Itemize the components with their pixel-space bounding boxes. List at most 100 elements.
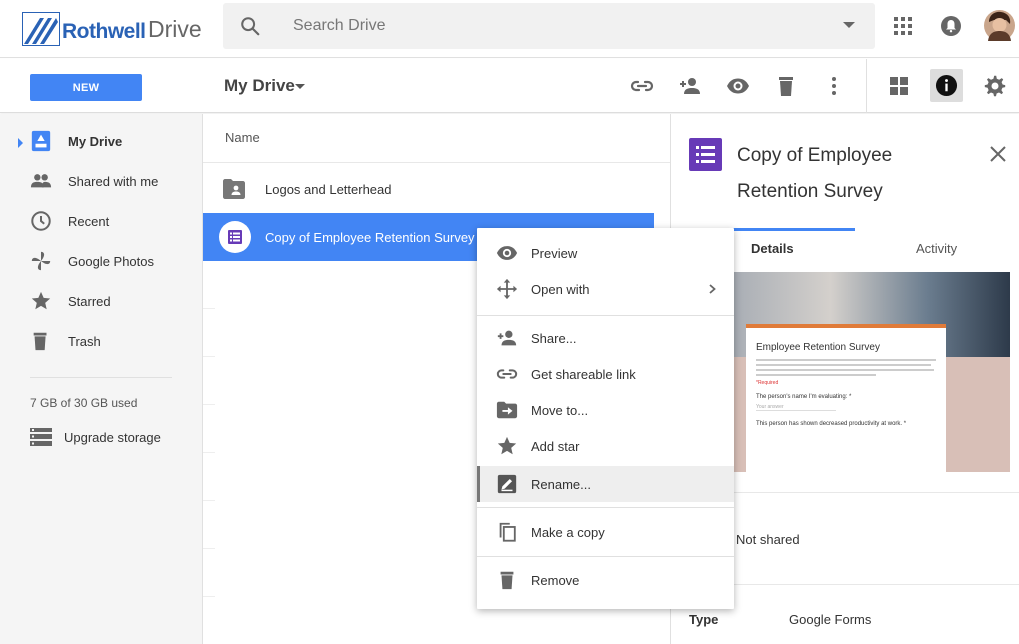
location-dropdown[interactable]: My Drive [224,76,295,96]
drive-icon [31,130,51,152]
menu-item-label: Get shareable link [531,367,636,382]
view-details-button[interactable] [930,69,963,102]
more-vertical-icon[interactable] [822,74,846,98]
menu-item-add-star[interactable]: Add star [477,428,734,464]
context-menu: Preview Open with Share... Get shareable… [477,228,734,609]
storage-icon [30,428,52,446]
settings-gear-icon[interactable] [983,74,1007,98]
forms-icon [219,221,251,253]
menu-item-preview[interactable]: Preview [477,235,734,271]
sidebar-item-label: Google Photos [68,254,155,269]
brand-name: Rothwell [62,20,146,43]
row-divider [203,404,215,405]
star-icon [31,291,51,310]
type-label: Type [689,612,719,627]
column-header-name[interactable]: Name [225,130,260,145]
grid-view-icon[interactable] [887,74,911,98]
menu-separator [477,507,734,508]
search-options-dropdown-icon[interactable] [843,22,855,28]
toolbar-divider [866,59,867,113]
forms-icon [689,138,722,171]
trash-icon[interactable] [774,74,798,98]
search-bar[interactable] [223,3,875,49]
menu-item-move-to[interactable]: Move to... [477,392,734,428]
sidebar-item-trash[interactable]: Trash [0,322,203,362]
search-input[interactable] [293,11,813,41]
row-divider [203,596,215,597]
type-value: Google Forms [789,612,872,627]
sidebar: My Drive Shared with me Recent Google Ph… [0,114,203,644]
menu-item-open-with[interactable]: Open with [477,271,734,307]
menu-item-rename[interactable]: Rename... [477,466,734,502]
sidebar-item-my-drive[interactable]: My Drive [0,122,203,162]
upgrade-storage-label: Upgrade storage [64,430,161,445]
chevron-right-icon [709,284,716,294]
preview-text-line [756,369,934,371]
sidebar-item-label: Recent [68,214,110,229]
user-avatar[interactable] [984,10,1015,41]
apps-grid-icon[interactable] [891,14,915,38]
rothwell-logo-icon [22,12,60,46]
star-icon [497,436,517,455]
row-divider [203,452,215,453]
preview-question-1: The person's name I'm evaluating: * [756,394,852,400]
top-bar: Rothwell Drive [0,0,1019,58]
upgrade-storage-link[interactable]: Upgrade storage [30,428,190,448]
rothwell-drive-logo[interactable]: Rothwell Drive [22,10,202,48]
clock-icon [31,211,51,231]
tab-activity[interactable]: Activity [916,241,957,256]
action-toolbar: NEW My Drive [0,59,1019,113]
sidebar-divider [30,377,172,378]
menu-item-label: Make a copy [531,525,605,540]
link-icon [496,369,518,379]
row-divider [203,356,215,357]
location-dropdown-icon[interactable] [295,84,305,89]
menu-separator [477,556,734,557]
sidebar-item-google-photos[interactable]: Google Photos [0,242,203,282]
info-icon [935,74,958,97]
file-name: Copy of Employee Retention Survey [265,230,475,245]
sharing-status: Not shared [736,532,800,547]
menu-item-make-a-copy[interactable]: Make a copy [477,514,734,550]
copy-icon [499,522,516,542]
sidebar-item-label: My Drive [68,134,123,149]
pinwheel-icon [31,251,51,271]
trash-icon [500,571,514,590]
file-preview-thumbnail[interactable]: Employee Retention Survey *Required The … [734,272,1010,472]
menu-item-label: Remove [531,573,580,588]
move-folder-icon [496,401,518,419]
tab-details[interactable]: Details [751,241,794,256]
menu-item-get-shareable-link[interactable]: Get shareable link [477,356,734,392]
sidebar-item-recent[interactable]: Recent [0,202,203,242]
people-icon [30,174,52,188]
menu-item-share[interactable]: Share... [477,320,734,356]
file-name: Logos and Letterhead [265,182,392,197]
link-icon[interactable] [630,74,654,98]
preview-eye-icon[interactable] [726,74,750,98]
preview-answer-placeholder: Your answer [756,404,836,411]
preview-required-note: *Required [756,380,779,386]
product-name: Drive [148,16,202,42]
menu-item-label: Add star [531,439,580,454]
add-person-icon[interactable] [678,74,702,98]
search-icon[interactable] [239,15,261,37]
menu-separator [477,315,734,316]
menu-item-remove[interactable]: Remove [477,562,734,598]
menu-item-label: Open with [531,282,590,297]
menu-item-label: Preview [531,246,578,261]
menu-item-label: Rename... [531,477,591,492]
preview-text-line [756,359,936,361]
sidebar-item-shared-with-me[interactable]: Shared with me [0,162,203,202]
preview-form-heading: Employee Retention Survey [756,342,880,353]
new-button[interactable]: NEW [30,74,142,101]
rename-icon [497,474,517,494]
sidebar-item-label: Trash [68,334,101,349]
close-icon[interactable] [989,145,1007,163]
row-divider [203,308,215,309]
menu-item-label: Share... [531,331,577,346]
preview-form-page: Employee Retention Survey *Required The … [746,324,946,472]
file-row-logos-and-letterhead[interactable]: Logos and Letterhead [203,165,654,213]
notifications-bell-icon[interactable] [939,14,963,38]
sidebar-item-starred[interactable]: Starred [0,282,203,322]
details-title: Copy of Employee Retention Survey [737,145,893,202]
